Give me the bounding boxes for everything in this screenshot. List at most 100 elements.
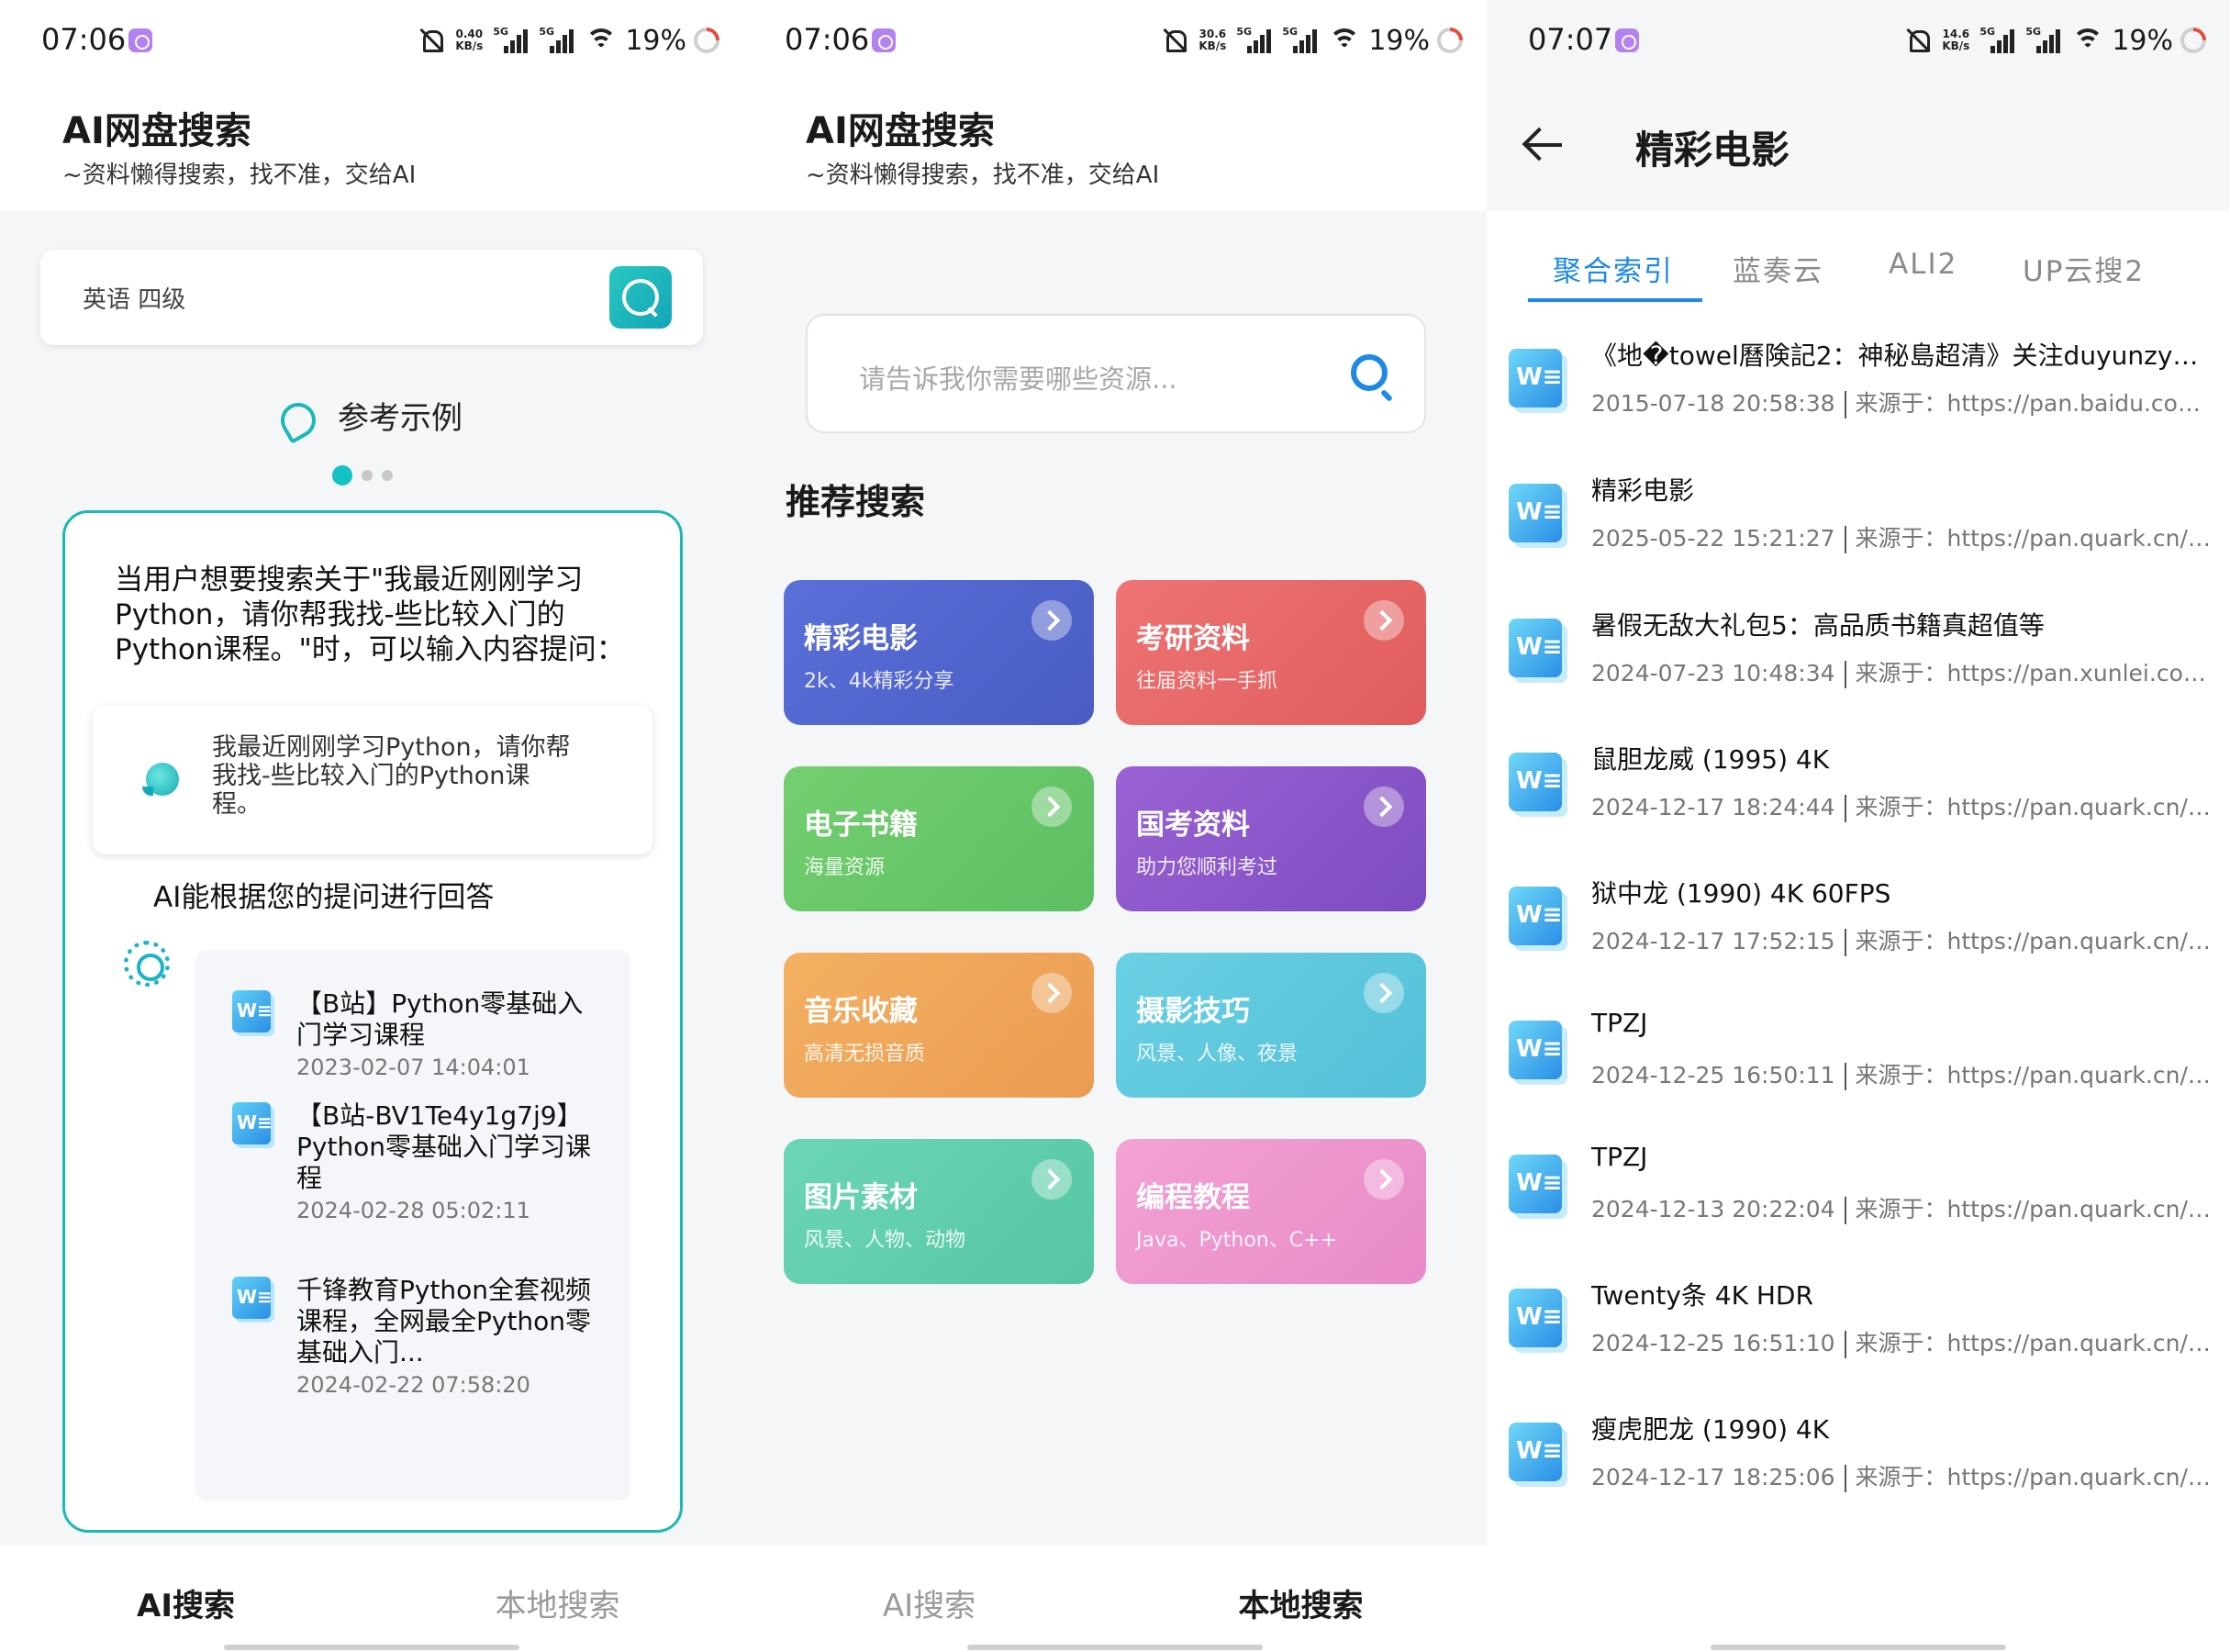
word-doc-icon: W≡ (1509, 753, 1562, 811)
list-item[interactable]: W≡ 狱中龙 (1990) 4K 60FPS 2024-12-17 17:52:… (1487, 874, 2230, 1009)
category-name: 考研资料 (1136, 622, 1250, 655)
category-card[interactable]: 精彩电影 2k、4k精彩分享 (784, 580, 1094, 725)
page-subtitle: ~资料懒得搜索，找不准，交给AI (806, 162, 1160, 189)
battery-icon (688, 22, 725, 59)
chevron-right-icon (1364, 973, 1404, 1013)
list-item[interactable]: W≡ 鼠胆龙威 (1995) 4K 2024-12-17 18:24:44 来源于… (1487, 740, 2230, 875)
page-title: AI网盘搜索 (62, 110, 251, 152)
tab-local-search[interactable]: 本地搜索 (1115, 1580, 1487, 1625)
result-title: 千锋教育Python全套视频课程，全网最全Python零基础入门... (296, 1275, 592, 1367)
home-indicator[interactable] (967, 1645, 1263, 1650)
status-bar: 07:07 14.6 KB/s 5G 5G 19% (1487, 0, 2230, 79)
list-item[interactable]: W≡ 暑假无敌大礼包5：高品质书籍真超值等 2024-07-23 10:48:3… (1487, 606, 2230, 741)
result-title: Twenty条 4K HDR (1591, 1280, 1813, 1311)
battery-level: 19% (625, 24, 686, 57)
signal-icon: 5G (539, 26, 577, 55)
word-doc-icon: W≡ (1509, 349, 1562, 407)
question-text: 我最近刚刚学习Python，请你帮我找-些比较入门的Python课程。 (212, 733, 571, 819)
app-header: AI网盘搜索 ~资料懒得搜索，找不准，交给AI (743, 79, 1487, 211)
word-doc-icon: W≡ (1509, 887, 1562, 945)
home-indicator[interactable] (224, 1645, 519, 1650)
list-item[interactable]: W≡ Twenty条 4K HDR 2024-12-25 16:51:10 来源于… (1487, 1276, 2230, 1411)
category-desc: 风景、人物、动物 (804, 1229, 966, 1252)
mute-icon (1904, 27, 1932, 54)
category-card[interactable]: 电子书籍 海量资源 (784, 766, 1094, 911)
search-bar[interactable]: 请告诉我你需要哪些资源... (806, 314, 1426, 433)
result-meta: 2015-07-18 20:58:38 来源于：https://pan.baidu… (1591, 390, 2212, 419)
result-meta: 2025-05-22 15:21:27 来源于：https://pan.quark… (1591, 525, 2212, 553)
list-item[interactable]: W≡ TPZJ 2024-12-25 16:50:11 来源于：https://p… (1487, 1008, 2230, 1143)
tab-ai-search[interactable]: AI搜索 (0, 1580, 372, 1625)
search-input[interactable]: 英语 四级 (83, 281, 185, 315)
battery-level: 19% (2112, 24, 2173, 57)
list-item[interactable]: W≡ 《地�towel曆険記2：神秘島超清》关注duyunzy更多精彩资源 20… (1487, 336, 2230, 471)
battery-icon (1432, 22, 1468, 59)
category-desc: 往届资料一手抓 (1136, 670, 1278, 693)
carousel-indicator[interactable] (332, 465, 393, 486)
word-doc-icon: W≡ (1509, 1289, 1562, 1347)
category-card[interactable]: 考研资料 往届资料一手抓 (1116, 580, 1426, 725)
tab-indicator (1528, 298, 1702, 302)
app-header: 精彩电影 (1487, 79, 2230, 211)
category-name: 图片素材 (804, 1181, 918, 1214)
category-name: 电子书籍 (804, 809, 918, 842)
battery-level: 19% (1368, 24, 1430, 57)
category-card[interactable]: 编程教程 Java、Python、C++ (1116, 1139, 1426, 1284)
tab-aggregate[interactable]: 聚合索引 (1553, 248, 1674, 289)
chevron-right-icon (1364, 787, 1404, 827)
list-item[interactable]: W≡ TPZJ 2024-12-13 20:22:04 来源于：https://p… (1487, 1142, 2230, 1277)
search-input[interactable]: 请告诉我你需要哪些资源... (859, 358, 1177, 396)
screen-ai-search: 07:06 0.40 KB/s 5G 5G 19% AI网盘搜索 ~资料懒得搜索，… (0, 0, 743, 1652)
network-speed: 14.6 KB/s (1942, 28, 1970, 52)
result-title: 鼠胆龙威 (1995) 4K (1591, 744, 1830, 775)
result-title: 瘦虎肥龙 (1990) 4K (1591, 1414, 1830, 1445)
chevron-right-icon (1364, 1159, 1404, 1200)
search-icon[interactable] (1351, 354, 1388, 391)
chevron-right-icon (1031, 787, 1072, 827)
search-bar[interactable]: 英语 四级 (40, 250, 703, 345)
result-meta: 2024-12-17 18:25:06 来源于：https://pan.quark… (1591, 1464, 2212, 1492)
carousel-dot[interactable] (332, 465, 352, 486)
category-name: 编程教程 (1136, 1181, 1250, 1214)
category-name: 精彩电影 (804, 622, 918, 655)
mute-icon (418, 27, 445, 54)
network-speed: 0.40 KB/s (455, 28, 484, 52)
openai-icon (124, 941, 170, 987)
tab-lanzou[interactable]: 蓝奏云 (1733, 248, 1823, 289)
result-date: 2024-02-28 05:02:11 (296, 1198, 530, 1223)
battery-icon (2175, 22, 2212, 59)
category-card[interactable]: 国考资料 助力您顺利考过 (1116, 766, 1426, 911)
bottom-tab-bar: AI搜索 本地搜索 (0, 1546, 743, 1652)
tab-upyun[interactable]: UP云搜2 (2023, 248, 2145, 289)
result-date: 2024-02-22 07:58:20 (296, 1372, 530, 1398)
tab-local-search[interactable]: 本地搜索 (372, 1580, 743, 1625)
result-title: 狱中龙 (1990) 4K 60FPS (1591, 878, 1891, 909)
carousel-dot[interactable] (382, 470, 393, 481)
status-bar: 07:06 30.6 KB/s 5G 5G 19% (743, 0, 1487, 79)
example-heading: 参考示例 (0, 393, 743, 444)
signal-icon: 5G (493, 26, 531, 55)
category-card[interactable]: 摄影技巧 风景、人像、夜景 (1116, 953, 1426, 1098)
signal-icon: 5G (1979, 26, 2018, 55)
list-item[interactable]: W≡ 精彩电影 2025-05-22 15:21:27 来源于：https://p… (1487, 471, 2230, 606)
word-doc-icon: W≡ (1509, 1423, 1562, 1481)
back-arrow-icon[interactable] (1525, 127, 1566, 163)
list-item[interactable]: W≡ 瘦虎肥龙 (1990) 4K 2024-12-17 18:25:06 来源于… (1487, 1410, 2230, 1545)
category-card[interactable]: 音乐收藏 高清无损音质 (784, 953, 1094, 1098)
category-name: 摄影技巧 (1136, 995, 1250, 1028)
carousel-dot[interactable] (362, 470, 373, 481)
bottom-tab-bar: AI搜索 本地搜索 (743, 1546, 1487, 1652)
result-title: 【B站】Python零基础入门学习课程 (296, 988, 584, 1050)
word-doc-icon: W≡ (232, 1277, 273, 1319)
signal-icon: 5G (1282, 26, 1321, 55)
chat-bubble-icon (142, 763, 179, 796)
page-title: AI网盘搜索 (806, 110, 995, 152)
tab-ali2[interactable]: ALI2 (1889, 248, 1957, 281)
category-card[interactable]: 图片素材 风景、人物、动物 (784, 1139, 1094, 1284)
tab-ai-search[interactable]: AI搜索 (743, 1580, 1115, 1625)
search-button[interactable] (609, 266, 672, 329)
chevron-right-icon (1031, 600, 1072, 641)
result-title: 暑假无敌大礼包5：高品质书籍真超值等 (1591, 610, 2045, 641)
result-title: 精彩电影 (1591, 475, 1695, 506)
home-indicator[interactable] (1711, 1645, 2006, 1650)
